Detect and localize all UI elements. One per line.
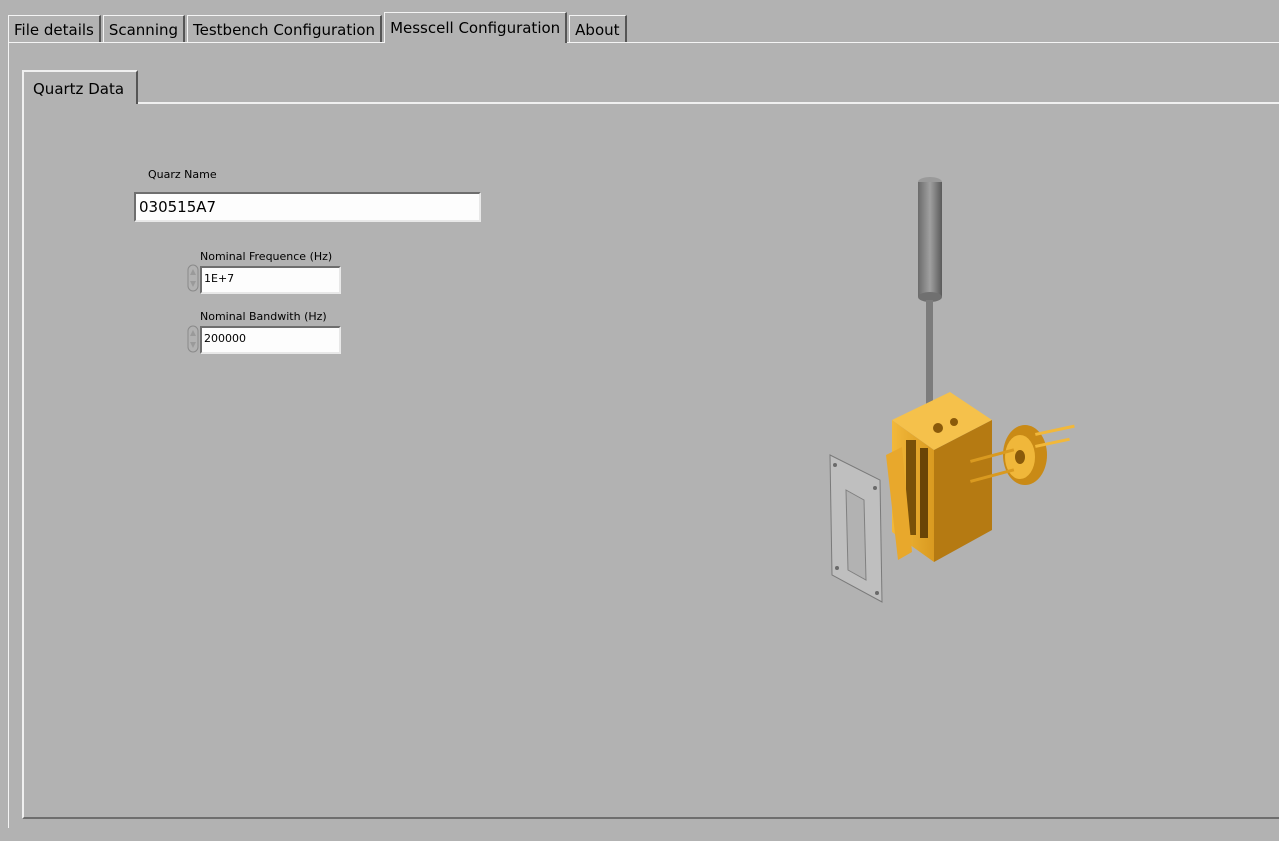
top-tab-strip: File details Scanning Testbench Configur… <box>8 12 629 43</box>
nominal-frequence-input[interactable]: 1E+7 <box>200 266 341 294</box>
nominal-bandwith-label: Nominal Bandwith (Hz) <box>200 310 327 323</box>
frequence-spinner-icon[interactable] <box>187 264 199 292</box>
tab-file-details[interactable]: File details <box>8 15 101 43</box>
quarz-name-label: Quarz Name <box>148 168 217 181</box>
tab-quartz-data[interactable]: Quartz Data <box>22 70 138 104</box>
tab-about[interactable]: About <box>569 15 627 43</box>
quarz-name-input[interactable]: 030515A7 <box>134 192 481 222</box>
messcell-illustration <box>829 177 1075 603</box>
bandwith-spinner-icon[interactable] <box>187 325 199 353</box>
tab-testbench-configuration[interactable]: Testbench Configuration <box>187 15 383 43</box>
window: File details Scanning Testbench Configur… <box>0 0 1279 841</box>
nominal-bandwith-input[interactable]: 200000 <box>200 326 341 354</box>
tab-messcell-configuration[interactable]: Messcell Configuration <box>384 12 568 43</box>
nominal-frequence-label: Nominal Frequence (Hz) <box>200 250 333 263</box>
tab-scanning[interactable]: Scanning <box>102 15 186 43</box>
